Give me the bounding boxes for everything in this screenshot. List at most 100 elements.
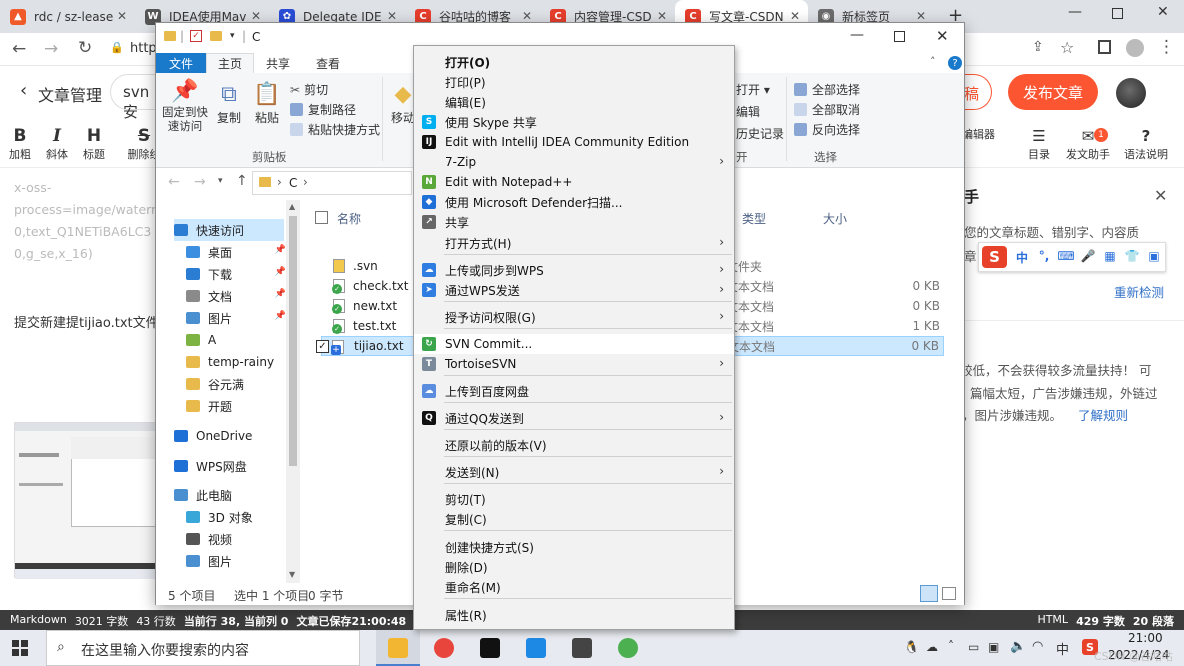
- more-menu-icon[interactable]: ⋮: [1158, 37, 1175, 57]
- context-menu-item[interactable]: 剪切(T): [414, 489, 734, 509]
- column-header-type[interactable]: 类型: [742, 210, 766, 227]
- ime-toolbar-icon[interactable]: ⌨: [1055, 249, 1077, 266]
- browser-tab[interactable]: ▲ rdc / sz-lease ✕: [0, 0, 135, 33]
- profile-avatar-icon[interactable]: [1126, 39, 1144, 57]
- tab-close-icon[interactable]: ✕: [916, 9, 926, 23]
- edit-button[interactable]: 编辑: [736, 103, 760, 120]
- windows-start-icon[interactable]: [12, 640, 28, 656]
- column-header-name[interactable]: 名称: [337, 210, 361, 227]
- panel-close-icon[interactable]: ✕: [1154, 186, 1167, 205]
- taskbar-search-box[interactable]: ⌕ 在这里输入你要搜索的内容: [46, 630, 360, 666]
- cut-button[interactable]: ✂ 剪切: [290, 81, 328, 98]
- tab-close-icon[interactable]: ✕: [790, 9, 800, 23]
- explorer-address-box[interactable]: › C ›: [252, 171, 412, 195]
- nav-item[interactable]: 3D 对象: [186, 506, 284, 528]
- nav-item[interactable]: OneDrive: [174, 425, 284, 447]
- context-menu-item[interactable]: ☁ 上传或同步到WPS ›: [414, 260, 734, 280]
- context-menu-item[interactable]: 编辑(E): [414, 92, 734, 112]
- article-manage-link[interactable]: 文章管理: [38, 82, 102, 106]
- wifi-icon[interactable]: ◠: [1032, 639, 1043, 654]
- paste-button[interactable]: 📋 粘贴: [252, 79, 282, 125]
- nav-forward-icon[interactable]: →: [194, 174, 206, 190]
- taskbar-app-chrome-alt[interactable]: [606, 630, 650, 666]
- nav-item[interactable]: temp-rainy: [186, 351, 284, 373]
- tray-expand-icon[interactable]: ˄: [948, 639, 954, 653]
- taskbar-app-vscode[interactable]: [514, 630, 558, 666]
- context-menu-item[interactable]: 重命名(M): [414, 577, 734, 597]
- network-icon[interactable]: ▭: [968, 640, 979, 654]
- context-menu-item[interactable]: ↗ 共享: [414, 212, 734, 232]
- editor-toolbar-button[interactable]: H 标题: [80, 126, 108, 162]
- paste-shortcut-button[interactable]: 粘贴快捷方式: [290, 121, 380, 138]
- nav-item[interactable]: 文档 📌: [186, 285, 286, 307]
- ime-toolbar-icon[interactable]: 👕: [1121, 249, 1143, 266]
- context-menu-item[interactable]: 发送到(N) ›: [414, 462, 734, 482]
- close-window-icon[interactable]: ✕: [936, 27, 949, 45]
- new-folder-icon[interactable]: [210, 31, 222, 41]
- editor-toolbar-button[interactable]: 编辑器: [962, 126, 995, 142]
- back-chevron-icon[interactable]: ‹: [20, 80, 27, 101]
- context-menu-item[interactable]: 7-Zip ›: [414, 152, 734, 172]
- context-menu-item[interactable]: ↻ SVN Commit...: [414, 334, 734, 354]
- taskbar-app-app-panda[interactable]: [560, 630, 604, 666]
- nav-back-icon[interactable]: ←: [168, 174, 180, 190]
- nav-item[interactable]: 谷元满: [186, 373, 284, 395]
- ime-tray-label[interactable]: 中: [1056, 639, 1069, 658]
- properties-check-icon[interactable]: ✓: [190, 30, 202, 42]
- url-text[interactable]: http: [130, 41, 157, 56]
- history-button[interactable]: 历史记录: [736, 125, 784, 142]
- select-all-checkbox[interactable]: [315, 211, 328, 224]
- context-menu-item[interactable]: 打开(O): [414, 52, 734, 72]
- ime-toolbar-icon[interactable]: ▦: [1099, 249, 1121, 266]
- help-icon[interactable]: ?: [948, 56, 962, 70]
- sidebar-toggle-icon[interactable]: [1098, 40, 1111, 54]
- ime-toolbar-icon[interactable]: 中: [1011, 249, 1033, 266]
- title-input[interactable]: svn安: [110, 74, 160, 121]
- lock-icon[interactable]: 🔒: [110, 41, 124, 54]
- context-menu-item[interactable]: Q 通过QQ发送到 ›: [414, 408, 734, 428]
- tab-close-icon[interactable]: ✕: [387, 9, 397, 23]
- clock-time[interactable]: 21:00: [1128, 631, 1163, 645]
- ribbon-tab[interactable]: 查看: [304, 53, 352, 73]
- reload-icon[interactable]: ↻: [78, 38, 92, 58]
- minimize-icon[interactable]: —: [850, 27, 864, 43]
- display-icon[interactable]: ▣: [988, 640, 999, 654]
- editor-toolbar-button[interactable]: ☰ 目录: [1028, 126, 1050, 162]
- column-header-size[interactable]: 大小: [823, 210, 847, 227]
- editor-toolbar-button[interactable]: B 加粗: [6, 126, 34, 162]
- close-browser-icon[interactable]: ✕: [1157, 4, 1169, 20]
- nav-item[interactable]: A: [186, 329, 284, 351]
- invert-selection-button[interactable]: 反向选择: [794, 121, 860, 138]
- context-menu-item[interactable]: N Edit with Notepad++: [414, 172, 734, 192]
- context-menu-item[interactable]: IJ Edit with IntelliJ IDEA Community Edit…: [414, 132, 734, 152]
- ime-toolbar-icon[interactable]: 🎤: [1077, 249, 1099, 266]
- restore-icon[interactable]: [1112, 8, 1123, 19]
- tab-close-icon[interactable]: ✕: [117, 9, 127, 23]
- sogou-logo-icon[interactable]: S: [982, 246, 1007, 268]
- context-menu-item[interactable]: 创建快捷方式(S): [414, 537, 734, 557]
- editor-toolbar-button[interactable]: ✉ 发文助手 1: [1066, 126, 1110, 162]
- nav-item[interactable]: 下载 📌: [186, 263, 286, 285]
- volume-icon[interactable]: 🔈: [1010, 639, 1026, 654]
- context-menu-item[interactable]: ◆ 使用 Microsoft Defender扫描...: [414, 192, 734, 212]
- nav-item[interactable]: 图片: [186, 550, 284, 572]
- tab-close-icon[interactable]: ✕: [522, 9, 532, 23]
- ribbon-tab[interactable]: 共享: [254, 53, 302, 73]
- nav-item[interactable]: 视频: [186, 528, 284, 550]
- details-view-icon[interactable]: [920, 585, 938, 602]
- taskbar-app-chrome[interactable]: [422, 630, 466, 666]
- context-menu-item[interactable]: ➤ 通过WPS发送 ›: [414, 280, 734, 300]
- nav-item[interactable]: 开题: [186, 395, 284, 417]
- context-menu-item[interactable]: T TortoiseSVN ›: [414, 354, 734, 374]
- select-all-button[interactable]: 全部选择: [794, 81, 860, 98]
- context-menu-item[interactable]: S 使用 Skype 共享: [414, 112, 734, 132]
- forward-arrow-icon[interactable]: →: [44, 39, 58, 59]
- tab-close-icon[interactable]: ✕: [251, 9, 261, 23]
- back-arrow-icon[interactable]: ←: [12, 39, 26, 59]
- tab-close-icon[interactable]: ✕: [657, 9, 667, 23]
- nav-item[interactable]: 桌面 📌: [186, 241, 286, 263]
- ribbon-tab[interactable]: 文件: [156, 53, 206, 73]
- share-icon[interactable]: ⇪: [1032, 39, 1044, 55]
- pin-quick-access-button[interactable]: 📌 固定到快速访问: [162, 79, 208, 133]
- recheck-link[interactable]: 重新检测: [1114, 282, 1164, 301]
